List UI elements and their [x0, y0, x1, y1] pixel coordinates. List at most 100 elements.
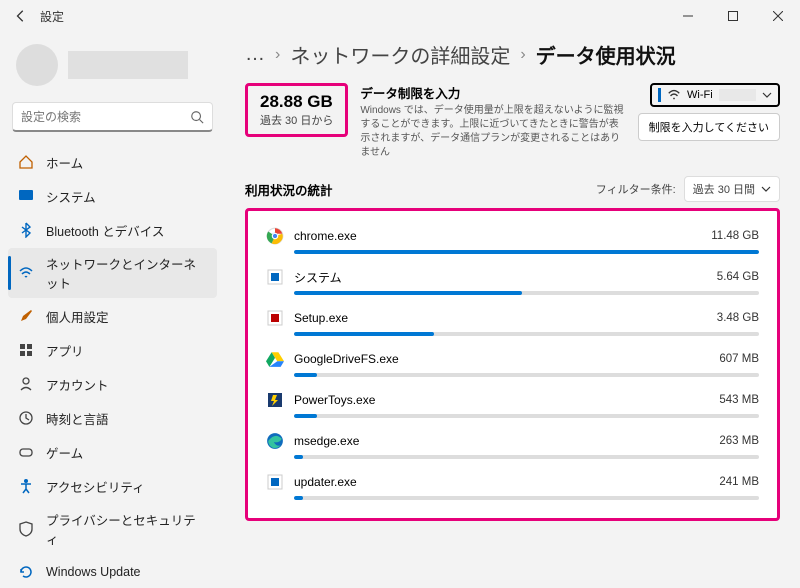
wifi-icon	[18, 265, 34, 281]
app-name: updater.exe	[294, 475, 709, 489]
network-label: Wi-Fi	[687, 89, 713, 101]
breadcrumb-more[interactable]: …	[245, 43, 265, 66]
app-usage-value: 5.64 GB	[717, 271, 759, 283]
sidebar-item-accessibility[interactable]: アクセシビリティ	[8, 470, 217, 502]
network-selector[interactable]: Wi-Fi	[650, 83, 780, 107]
chevron-right-icon: ›	[520, 46, 525, 64]
app-name: msedge.exe	[294, 434, 709, 448]
app-icon	[266, 432, 284, 450]
usage-bar	[294, 332, 759, 336]
usage-bar	[294, 250, 759, 254]
sidebar-item-label: アクセシビリティ	[46, 477, 145, 496]
sidebar-item-bluetooth[interactable]: Bluetooth とデバイス	[8, 214, 217, 246]
app-name: GoogleDriveFS.exe	[294, 352, 709, 366]
apps-icon	[18, 342, 34, 358]
usage-row: Setup.exe 3.48 GB	[266, 301, 759, 342]
user-account[interactable]	[8, 36, 217, 102]
chevron-down-icon	[762, 90, 772, 100]
app-icon	[266, 391, 284, 409]
breadcrumb-current: データ使用状況	[536, 40, 676, 69]
clock-icon	[18, 410, 34, 426]
minimize-button[interactable]	[665, 0, 710, 32]
sidebar-item-privacy[interactable]: プライバシーとセキュリティ	[8, 504, 217, 554]
app-usage-value: 263 MB	[719, 435, 759, 447]
usage-row: GoogleDriveFS.exe 607 MB	[266, 342, 759, 383]
accent-bar	[658, 88, 661, 102]
person-icon	[18, 376, 34, 392]
sidebar-item-label: ネットワークとインターネット	[46, 254, 207, 292]
usage-row: chrome.exe 11.48 GB	[266, 219, 759, 260]
filter-controls: フィルター条件: 過去 30 日間	[596, 176, 780, 202]
sidebar-item-label: アプリ	[46, 341, 84, 360]
sidebar-item-label: 時刻と言語	[46, 409, 109, 428]
sidebar-item-windows-update[interactable]: Windows Update	[8, 556, 217, 588]
close-button[interactable]	[755, 0, 800, 32]
sidebar-item-system[interactable]: システム	[8, 180, 217, 212]
app-name: システム	[294, 269, 707, 286]
breadcrumb: … › ネットワークの詳細設定 › データ使用状況	[245, 40, 780, 69]
bluetooth-icon	[18, 222, 34, 238]
sidebar-item-home[interactable]: ホーム	[8, 146, 217, 178]
window-title: 設定	[40, 8, 64, 25]
app-name: PowerToys.exe	[294, 393, 709, 407]
usage-stats-title: 利用状況の統計	[245, 180, 333, 199]
back-button[interactable]	[12, 7, 30, 25]
app-name: chrome.exe	[294, 229, 701, 243]
wifi-icon	[667, 88, 681, 102]
maximize-button[interactable]	[710, 0, 755, 32]
system-icon	[18, 188, 34, 204]
usage-bar	[294, 291, 759, 295]
usage-bar	[294, 496, 759, 500]
app-usage-value: 3.48 GB	[717, 312, 759, 324]
sidebar-item-label: Bluetooth とデバイス	[46, 221, 164, 240]
sidebar-item-label: ホーム	[46, 153, 83, 172]
enter-limit-button[interactable]: 制限を入力してください	[638, 113, 780, 141]
sidebar-item-network[interactable]: ネットワークとインターネット	[8, 248, 217, 298]
user-name-redacted	[68, 51, 188, 79]
titlebar: 設定	[0, 0, 800, 32]
breadcrumb-parent[interactable]: ネットワークの詳細設定	[290, 40, 510, 69]
sidebar: ホーム システム Bluetooth とデバイス ネットワークとインターネット …	[0, 32, 225, 573]
app-name: Setup.exe	[294, 311, 707, 325]
window-controls	[665, 0, 800, 32]
update-icon	[18, 564, 34, 580]
app-usage-value: 11.48 GB	[711, 230, 759, 242]
search-box[interactable]	[12, 102, 213, 132]
avatar	[16, 44, 58, 86]
accessibility-icon	[18, 478, 34, 494]
app-usage-value: 607 MB	[719, 353, 759, 365]
sidebar-item-apps[interactable]: アプリ	[8, 334, 217, 366]
sidebar-item-personalization[interactable]: 個人用設定	[8, 300, 217, 332]
search-icon	[190, 110, 204, 124]
usage-row: PowerToys.exe 543 MB	[266, 383, 759, 424]
chevron-right-icon: ›	[275, 46, 280, 64]
sidebar-item-time-language[interactable]: 時刻と言語	[8, 402, 217, 434]
usage-bar	[294, 414, 759, 418]
app-icon	[266, 309, 284, 327]
usage-row: システム 5.64 GB	[266, 260, 759, 301]
sidebar-item-gaming[interactable]: ゲーム	[8, 436, 217, 468]
data-limit-description: Windows では、データ使用量が上限を超えないように監視することができます。…	[360, 104, 625, 160]
usage-list: chrome.exe 11.48 GB システム 5.64 GB Setup.exe 3.…	[245, 208, 780, 521]
sidebar-item-label: プライバシーとセキュリティ	[46, 510, 207, 548]
sidebar-item-label: 個人用設定	[46, 307, 109, 326]
sidebar-item-label: ゲーム	[46, 443, 83, 462]
app-usage-value: 241 MB	[719, 476, 759, 488]
maximize-icon	[728, 11, 738, 21]
filter-value: 過去 30 日間	[693, 181, 755, 197]
sidebar-item-accounts[interactable]: アカウント	[8, 368, 217, 400]
sidebar-item-label: Windows Update	[46, 565, 141, 579]
app-usage-value: 543 MB	[719, 394, 759, 406]
chevron-down-icon	[761, 184, 771, 194]
data-limit-title: データ制限を入力	[360, 83, 625, 102]
close-icon	[773, 11, 783, 21]
usage-row: msedge.exe 263 MB	[266, 424, 759, 465]
filter-dropdown[interactable]: 過去 30 日間	[684, 176, 780, 202]
data-limit-card: データ制限を入力 Windows では、データ使用量が上限を超えないように監視す…	[360, 83, 625, 160]
search-input[interactable]	[21, 110, 190, 124]
app-icon	[266, 350, 284, 368]
filter-label: フィルター条件:	[596, 181, 676, 197]
app-icon	[266, 227, 284, 245]
minimize-icon	[683, 11, 693, 21]
network-name-redacted	[719, 89, 756, 101]
